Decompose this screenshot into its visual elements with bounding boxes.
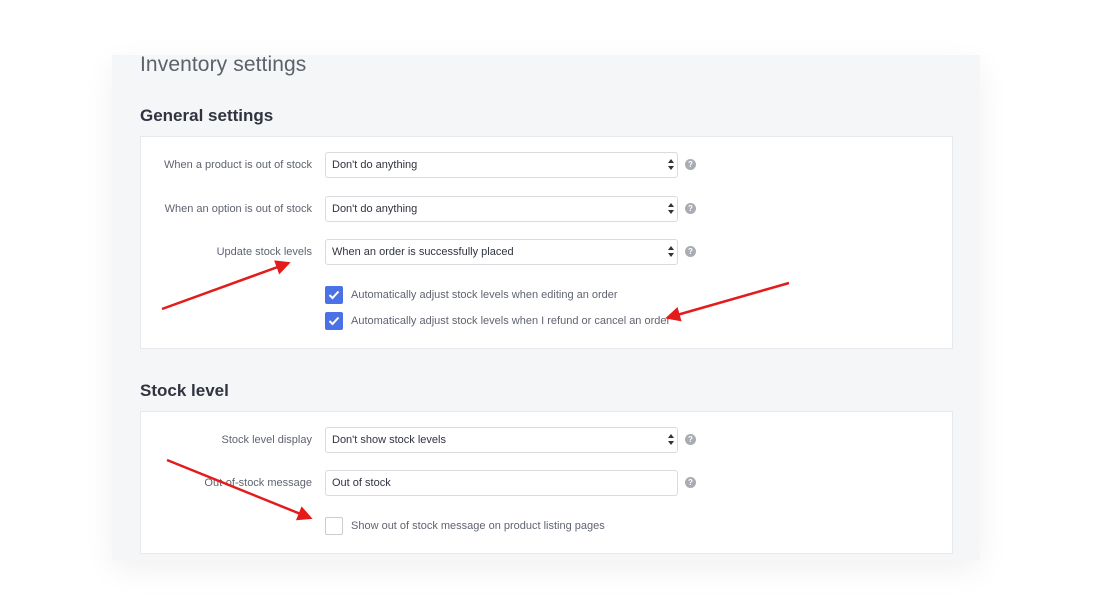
product-out-of-stock-select[interactable]: Don't do anything bbox=[325, 152, 678, 178]
stock-level-card: Stock level display Don't show stock lev… bbox=[140, 411, 953, 554]
field-label: Out-of-stock message bbox=[204, 477, 312, 489]
select-arrows-icon bbox=[668, 432, 674, 448]
select-arrows-icon bbox=[668, 244, 674, 260]
out-of-stock-message-input[interactable]: Out of stock bbox=[325, 470, 678, 496]
checkbox-unchecked[interactable] bbox=[325, 517, 343, 535]
page-title: Inventory settings bbox=[140, 53, 307, 76]
help-icon[interactable]: ? bbox=[685, 477, 696, 488]
select-arrows-icon bbox=[668, 157, 674, 173]
field-label: When an option is out of stock bbox=[164, 203, 312, 215]
stock-level-display-select[interactable]: Don't show stock levels bbox=[325, 427, 678, 453]
option-out-of-stock-select[interactable]: Don't do anything bbox=[325, 196, 678, 222]
setting-row-product-out-of-stock: When a product is out of stock Don't do … bbox=[141, 152, 952, 178]
setting-row-stock-level-display: Stock level display Don't show stock lev… bbox=[141, 427, 952, 453]
setting-row-out-of-stock-message: Out-of-stock message Out of stock ? bbox=[141, 470, 952, 496]
checkmark-icon bbox=[328, 290, 340, 300]
help-icon[interactable]: ? bbox=[685, 203, 696, 214]
checkbox-label: Show out of stock message on product lis… bbox=[351, 520, 605, 532]
checkbox-checked[interactable] bbox=[325, 286, 343, 304]
help-icon[interactable]: ? bbox=[685, 159, 696, 170]
section-title-general: General settings bbox=[140, 106, 274, 125]
help-icon[interactable]: ? bbox=[685, 434, 696, 445]
help-icon[interactable]: ? bbox=[685, 246, 696, 257]
field-label: Stock level display bbox=[221, 434, 313, 446]
field-label: When a product is out of stock bbox=[164, 159, 312, 171]
checkbox-label: Automatically adjust stock levels when I… bbox=[351, 315, 671, 327]
general-settings-card: When a product is out of stock Don't do … bbox=[140, 136, 953, 349]
setting-row-option-out-of-stock: When an option is out of stock Don't do … bbox=[141, 196, 952, 222]
checkbox-checked[interactable] bbox=[325, 312, 343, 330]
checkbox-label: Automatically adjust stock levels when e… bbox=[351, 289, 618, 301]
update-stock-levels-select[interactable]: When an order is successfully placed bbox=[325, 239, 678, 265]
field-label: Update stock levels bbox=[216, 246, 312, 258]
select-arrows-icon bbox=[668, 201, 674, 217]
setting-row-update-stock-levels: Update stock levels When an order is suc… bbox=[141, 239, 952, 265]
section-title-stock-level: Stock level bbox=[140, 381, 229, 400]
checkmark-icon bbox=[328, 316, 340, 326]
